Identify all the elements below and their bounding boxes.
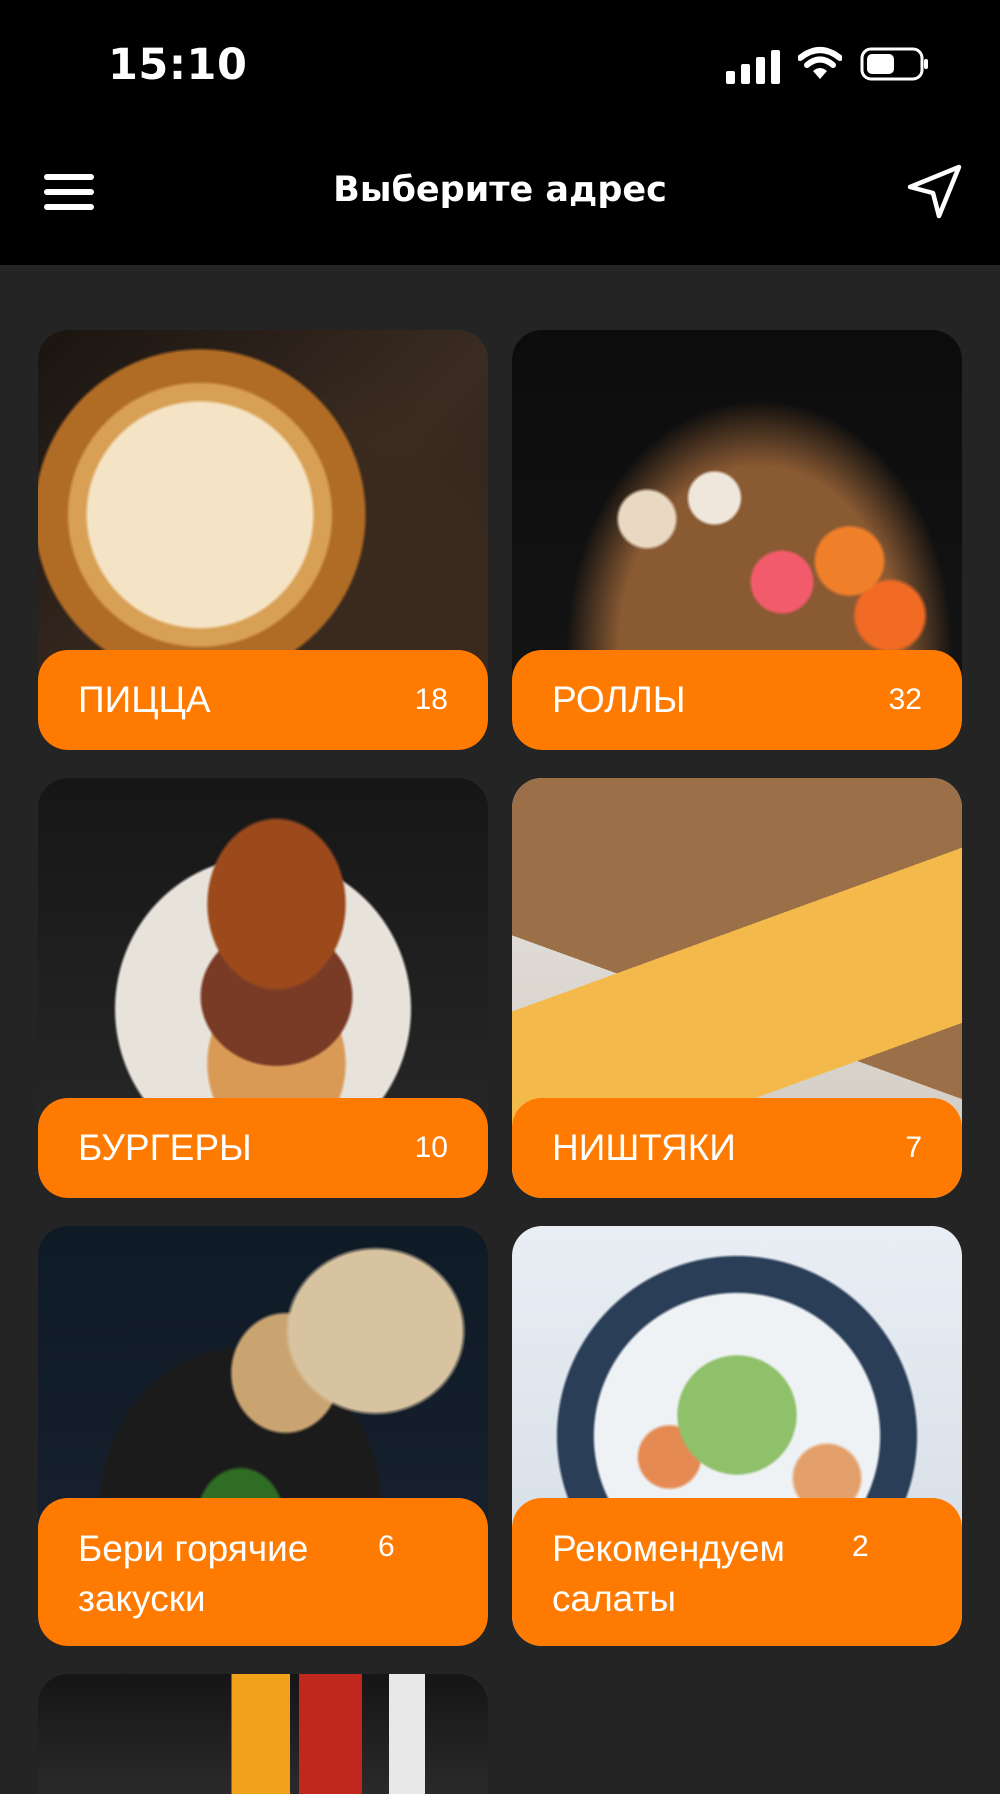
category-label: Рекомендуем салаты 2 [512, 1498, 962, 1646]
category-card-snacks[interactable]: НИШТЯКИ 7 [512, 778, 962, 1198]
wifi-icon [798, 46, 842, 82]
category-label: РОЛЛЫ 32 [512, 650, 962, 750]
status-icons [726, 44, 930, 84]
status-time: 15:10 [108, 40, 248, 90]
category-count: 18 [414, 683, 448, 716]
category-card-rolls[interactable]: РОЛЛЫ 32 [512, 330, 962, 750]
category-label: ПИЦЦА 18 [38, 650, 488, 750]
category-count: 7 [905, 1131, 922, 1164]
category-name: НИШТЯКИ [552, 1127, 736, 1168]
battery-icon [860, 46, 930, 82]
category-card-hot-appetizers[interactable]: Бери горячие закуски 6 [38, 1226, 488, 1646]
cellular-signal-icon [726, 44, 780, 84]
category-label: БУРГЕРЫ 10 [38, 1098, 488, 1198]
category-name: Рекомендуем салаты [552, 1528, 785, 1619]
category-name: ПИЦЦА [78, 679, 211, 720]
category-card-drinks[interactable] [38, 1674, 488, 1794]
category-label: Бери горячие закуски 6 [38, 1498, 488, 1646]
select-address-title[interactable]: Выберите адрес [200, 170, 800, 210]
category-card-pizza[interactable]: ПИЦЦА 18 [38, 330, 488, 750]
category-card-burgers[interactable]: БУРГЕРЫ 10 [38, 778, 488, 1198]
category-name: Бери горячие закуски [78, 1528, 309, 1619]
category-count: 2 [852, 1530, 869, 1563]
category-count: 32 [888, 683, 922, 716]
category-count: 10 [414, 1131, 448, 1164]
category-name: РОЛЛЫ [552, 679, 686, 720]
hamburger-menu-icon[interactable] [44, 172, 96, 212]
category-label: НИШТЯКИ 7 [512, 1098, 962, 1198]
category-name: БУРГЕРЫ [78, 1127, 252, 1168]
top-bar: 15:10 Выберите адрес [0, 0, 1000, 265]
category-card-salads[interactable]: Рекомендуем салаты 2 [512, 1226, 962, 1646]
category-count: 6 [378, 1530, 395, 1563]
navigation-arrow-icon[interactable] [904, 162, 964, 222]
drinks-photo [38, 1674, 488, 1794]
